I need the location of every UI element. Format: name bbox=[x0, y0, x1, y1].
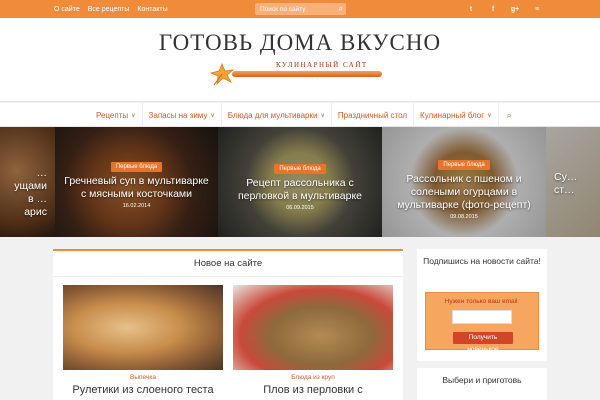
recipe-category[interactable]: Выпечка bbox=[63, 374, 223, 381]
site-header: ГОТОВЬ ДОМА ВКУСНО КУЛИНАРНЫЙ САЙТ bbox=[0, 18, 600, 102]
recipe-card[interactable]: Блюда из круп Плов из перловки с bbox=[233, 285, 393, 400]
recipe-image[interactable] bbox=[233, 285, 393, 370]
nav-search-icon[interactable]: ⌕ bbox=[499, 110, 520, 121]
search-icon[interactable]: ⌕ bbox=[339, 4, 343, 14]
slide-item[interactable]: Первые блюда Рецепт рассольника с перлов… bbox=[218, 127, 382, 237]
choose-title: Выбери и приготовь bbox=[442, 375, 522, 385]
subscribe-button[interactable]: Получить новенькое bbox=[453, 332, 513, 353]
social-links: t f g+ ≡ bbox=[466, 0, 542, 18]
top-links: О сайте Все рецепты Контакты bbox=[54, 0, 168, 18]
slide-title: Рецепт рассольника с перловкой в мультив… bbox=[238, 177, 362, 202]
main-nav: Рецепты ∨ Запасы на зиму ∨ Блюда для мульт… bbox=[0, 103, 600, 127]
slide-date: 06.09.2015 bbox=[286, 205, 314, 211]
top-link-about[interactable]: О сайте bbox=[54, 6, 80, 13]
recipe-category[interactable]: Блюда из круп bbox=[233, 374, 393, 381]
subscribe-widget: Подпишись на новости сайта! Нужен только… bbox=[417, 249, 547, 361]
chevron-down-icon: ∨ bbox=[320, 112, 325, 119]
slide-item[interactable]: Су… ст… bbox=[546, 127, 600, 237]
slide-category-badge[interactable]: Первые блюда bbox=[110, 162, 163, 172]
nav-item-holiday[interactable]: Праздничный стол bbox=[332, 103, 415, 127]
top-link-contacts[interactable]: Контакты bbox=[137, 6, 167, 13]
email-label: Нужен только ваш email: bbox=[444, 298, 520, 305]
slide-date: 09.08.2015 bbox=[450, 214, 478, 220]
section-heading: Новое на сайте bbox=[53, 251, 403, 277]
facebook-icon[interactable]: f bbox=[488, 6, 498, 13]
nav-item-multicooker[interactable]: Блюда для мультиварки ∨ bbox=[222, 103, 332, 127]
top-search-box: ⌕ bbox=[255, 3, 346, 15]
slide-item[interactable]: …ущами в …арис bbox=[0, 127, 55, 237]
chevron-down-icon: ∨ bbox=[131, 112, 136, 119]
subscribe-form: Нужен только ваш email: Получить новеньк… bbox=[425, 292, 539, 353]
slide-date: 16.02.2014 bbox=[122, 203, 151, 209]
nav-item-label: Блюда для мультиварки bbox=[227, 110, 318, 120]
slide-title: Су… ст… bbox=[554, 171, 578, 196]
nav-item-label: Рецепты bbox=[96, 110, 129, 120]
slide-item[interactable]: Первые блюда Рассольник с пшеном и солен… bbox=[382, 127, 546, 237]
chevron-down-icon: ∨ bbox=[487, 112, 492, 119]
slide-title: Гречневый суп в мультиварке с мясными ко… bbox=[64, 175, 209, 200]
google-plus-icon[interactable]: g+ bbox=[510, 6, 520, 13]
twitter-icon[interactable]: t bbox=[466, 6, 476, 13]
logo-underline bbox=[232, 71, 382, 77]
slide-title: …ущами в …арис bbox=[14, 167, 47, 218]
nav-item-label: Кулинарный блог bbox=[420, 110, 485, 120]
nav-item-label: Праздничный стол bbox=[337, 110, 408, 120]
featured-slider: …ущами в …арис Первые блюда Гречневый су… bbox=[0, 127, 600, 237]
slide-item[interactable]: Первые блюда Гречневый суп в мультиварке… bbox=[55, 127, 218, 237]
new-on-site-section: Новое на сайте Выпечка Рулетики из слоен… bbox=[53, 249, 403, 400]
recipe-card[interactable]: Выпечка Рулетики из слоеного теста bbox=[63, 285, 223, 400]
slide-title: Рассольник с пшеном и солеными огурцами … bbox=[397, 173, 531, 211]
nav-item-blog[interactable]: Кулинарный блог ∨ bbox=[414, 103, 499, 127]
recipe-title[interactable]: Плов из перловки с bbox=[233, 384, 393, 396]
nav-item-label: Запасы на зиму bbox=[148, 110, 208, 120]
nav-item-recipes[interactable]: Рецепты ∨ bbox=[90, 103, 143, 127]
top-link-all-recipes[interactable]: Все рецепты bbox=[88, 6, 130, 13]
email-field[interactable] bbox=[452, 310, 512, 324]
top-bar: О сайте Все рецепты Контакты ⌕ t f g+ ≡ bbox=[0, 0, 600, 18]
recipe-title[interactable]: Рулетики из слоеного теста bbox=[63, 384, 223, 396]
slide-category-badge[interactable]: Первые блюда bbox=[438, 160, 490, 170]
slide-category-badge[interactable]: Первые блюда bbox=[274, 164, 326, 174]
site-subtitle: КУЛИНАРНЫЙ САЙТ bbox=[276, 61, 368, 69]
nav-item-winter-stock[interactable]: Запасы на зиму ∨ bbox=[143, 103, 222, 127]
chevron-down-icon: ∨ bbox=[210, 112, 215, 119]
site-title[interactable]: ГОТОВЬ ДОМА ВКУСНО bbox=[0, 30, 600, 56]
choose-widget: Выбери и приготовь bbox=[417, 368, 547, 400]
recipe-image[interactable] bbox=[63, 285, 223, 370]
subscribe-title: Подпишись на новости сайта! bbox=[423, 256, 541, 266]
rss-icon[interactable]: ≡ bbox=[532, 6, 542, 13]
search-input[interactable] bbox=[255, 5, 333, 13]
